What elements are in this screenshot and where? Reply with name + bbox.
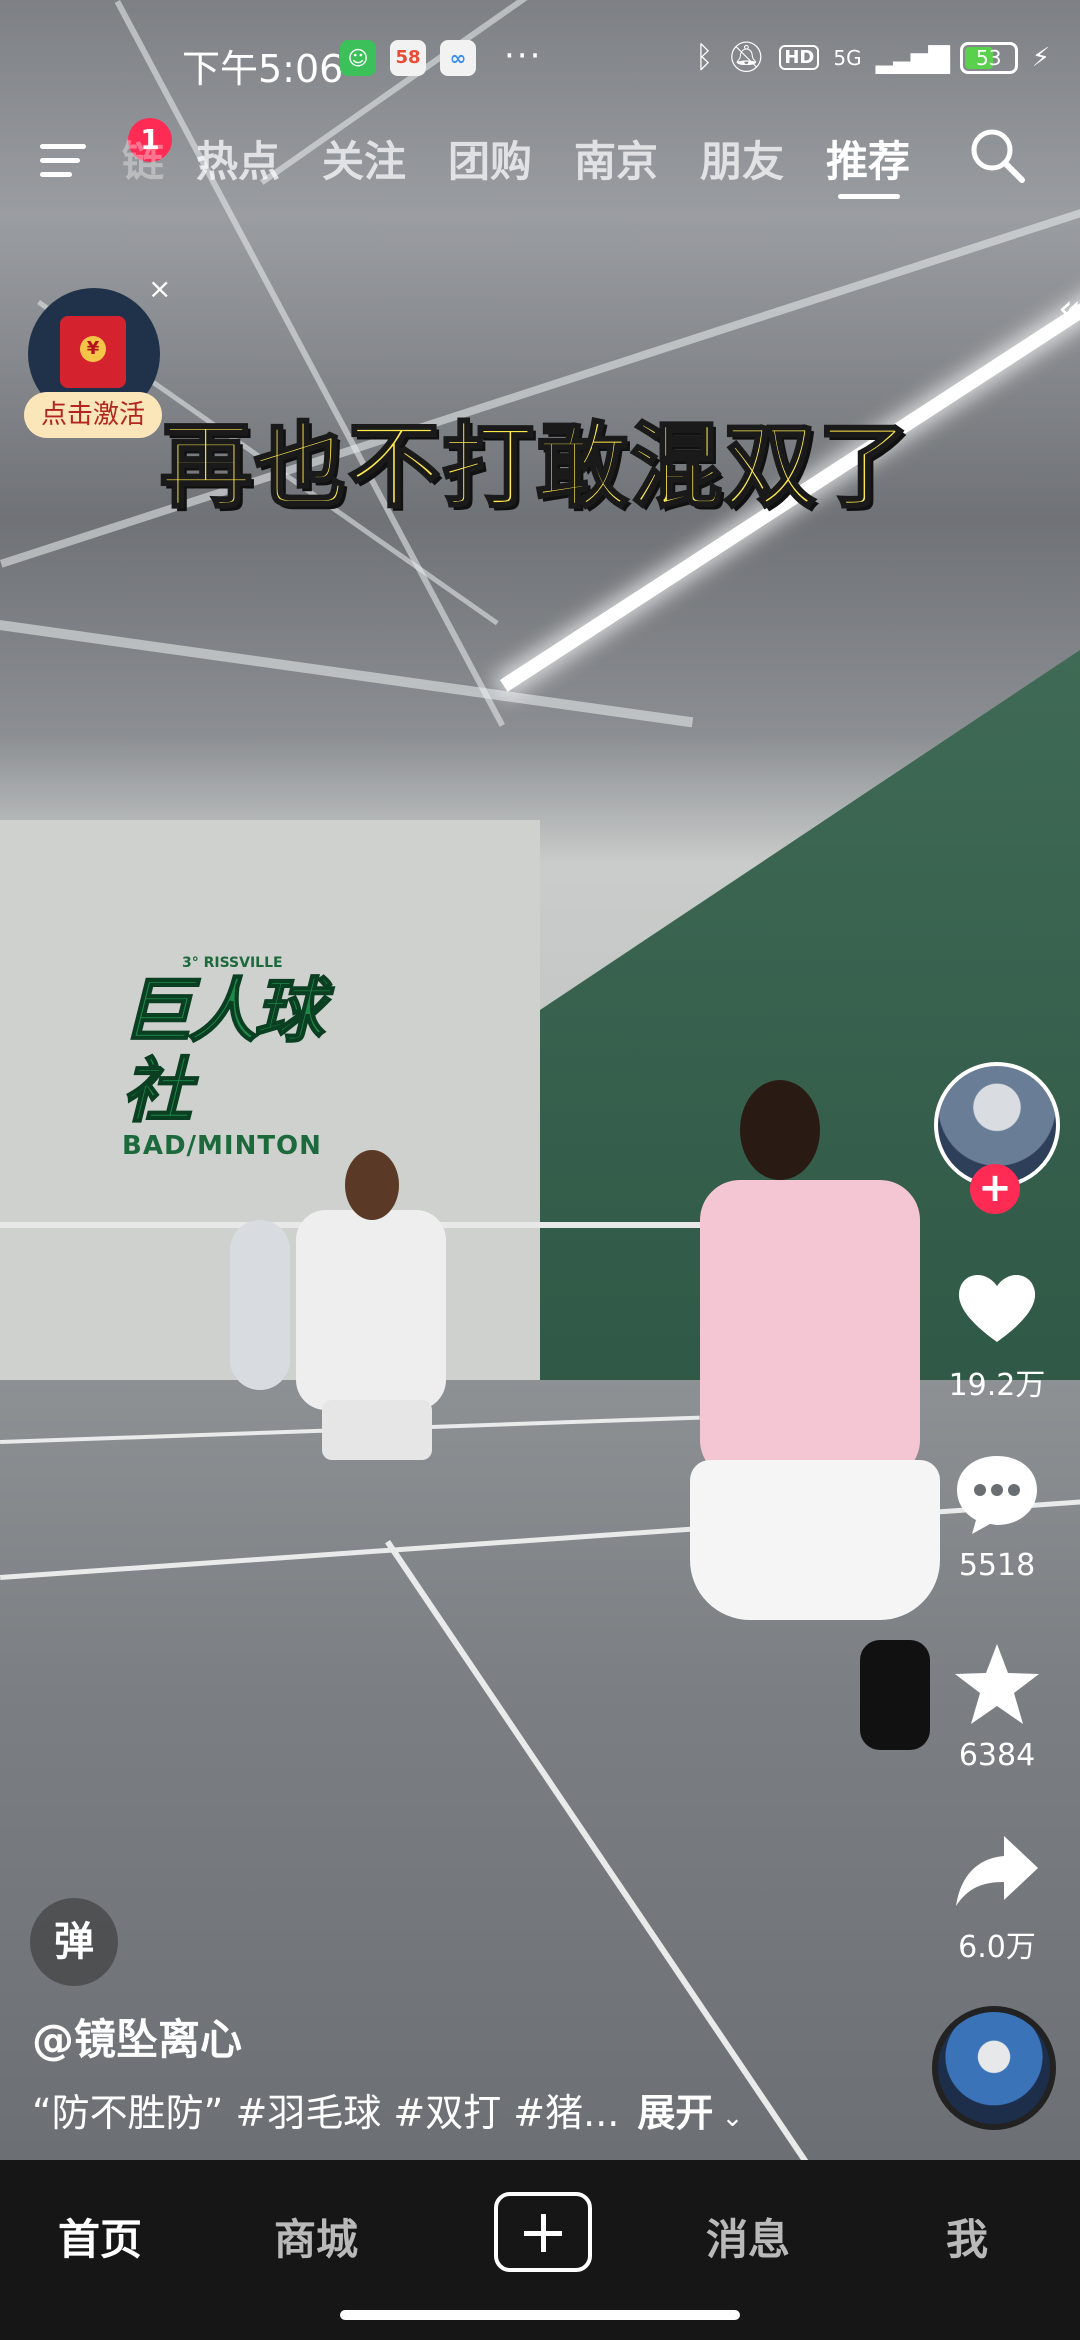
network-label: 5G [833, 45, 862, 70]
nav-me[interactable]: 我 [946, 2206, 988, 2267]
tab-recommended[interactable]: 推荐 [826, 128, 910, 189]
top-nav: 1 链 热点 关注 团购 南京 朋友 推荐 [0, 118, 1080, 199]
menu-icon-line [40, 172, 72, 177]
search-icon[interactable] [968, 126, 1026, 184]
charging-icon: ⚡︎ [1031, 42, 1050, 73]
share-arrow-icon[interactable] [952, 1826, 1042, 1916]
menu-button[interactable]: 1 [40, 118, 172, 186]
cat-app-icon: ☺ [340, 40, 376, 76]
heart-icon[interactable] [952, 1262, 1042, 1352]
venue-logo-title: 巨人球社 [121, 970, 325, 1132]
tab-following[interactable]: 关注 [322, 128, 406, 189]
tab-friends[interactable]: 朋友 [700, 128, 784, 189]
tab-partial[interactable]: 链 [122, 128, 164, 189]
status-time: 下午5:06 [182, 47, 344, 91]
comment-count: 5518 [958, 1548, 1036, 1583]
more-notifications-icon: ··· [504, 36, 543, 76]
description-text: “防不胜防” #羽毛球 #双打 #猪... [32, 2091, 620, 2135]
yuan-coin-icon: ¥ [80, 336, 106, 362]
hd-icon: HD [779, 45, 820, 70]
nav-messages[interactable]: 消息 [706, 2206, 790, 2267]
red-packet-icon: ¥ [60, 316, 126, 388]
tab-group-buy[interactable]: 团购 [448, 128, 532, 189]
nav-home[interactable]: 首页 [58, 2206, 142, 2267]
favorite-count: 6384 [958, 1738, 1036, 1773]
author-name[interactable]: @镜坠离心 [32, 2006, 242, 2067]
nav-shop[interactable]: 商城 [274, 2206, 358, 2267]
player-female-head [740, 1080, 820, 1180]
tab-nanjing[interactable]: 南京 [574, 128, 658, 189]
create-plus-button[interactable] [494, 2192, 592, 2272]
battery-icon: 53 [959, 41, 1018, 74]
player-male-head [345, 1150, 399, 1220]
home-indicator[interactable] [340, 2310, 740, 2320]
tab-hot[interactable]: 热点 [196, 128, 280, 189]
player-female-skirt [690, 1460, 940, 1620]
signal-icon: ▂▃▅▇ [875, 41, 950, 74]
status-right-icons: ᛒ 🔕︎ HD 5G ▂▃▅▇ 53 ⚡︎ [695, 40, 1050, 75]
player-male-shirt [296, 1210, 446, 1410]
follow-button[interactable]: + [970, 1164, 1020, 1214]
venue-logo-small: 3° RISSVILLE [182, 955, 283, 971]
venue-logo: 3° RISSVILLE 巨人球社 BAD/MINTON [121, 955, 382, 1161]
status-bar: 下午5:06 ☺ 58 ∞ ··· ᛒ 🔕︎ HD 5G ▂▃▅▇ 53 ⚡︎ [0, 0, 1080, 124]
expand-link[interactable]: 展开 [637, 2091, 713, 2135]
video-description[interactable]: “防不胜防” #羽毛球 #双打 #猪... 展开 ⌄ [32, 2082, 743, 2137]
status-app-icons: ☺ 58 ∞ [340, 40, 476, 76]
cloud-app-icon: ∞ [440, 40, 476, 76]
danmu-button[interactable]: 弹 [30, 1898, 118, 1986]
close-icon[interactable]: × [148, 272, 171, 305]
bluetooth-icon: ᛒ [695, 40, 714, 75]
video-frame[interactable]: 3° RISSVILLE 巨人球社 BAD/MINTON [0, 0, 1080, 2160]
menu-icon [40, 144, 86, 149]
58-app-icon: 58 [390, 40, 426, 76]
music-disc-icon[interactable] [932, 2006, 1056, 2130]
battery-level: 53 [976, 45, 1002, 70]
share-count: 6.0万 [958, 1930, 1036, 1965]
comment-icon[interactable] [952, 1448, 1042, 1538]
player-far-left [230, 1220, 290, 1390]
player-female-shirt [700, 1180, 920, 1480]
mute-bell-icon: 🔕︎ [727, 40, 766, 75]
star-icon[interactable] [952, 1640, 1042, 1730]
red-packet-label[interactable]: 点击激活 [24, 392, 162, 438]
video-caption: 再也不打敢混双了 [158, 412, 913, 522]
double-chevron-left-icon[interactable]: « [1058, 286, 1080, 330]
player-male-shorts [322, 1400, 432, 1460]
like-count: 19.2万 [948, 1368, 1046, 1403]
menu-icon-line [40, 158, 80, 163]
active-tab-indicator [838, 194, 900, 199]
chevron-down-icon: ⌄ [713, 2103, 744, 2133]
venue-logo-sub: BAD/MINTON [122, 1131, 322, 1161]
knee-brace [860, 1640, 930, 1750]
